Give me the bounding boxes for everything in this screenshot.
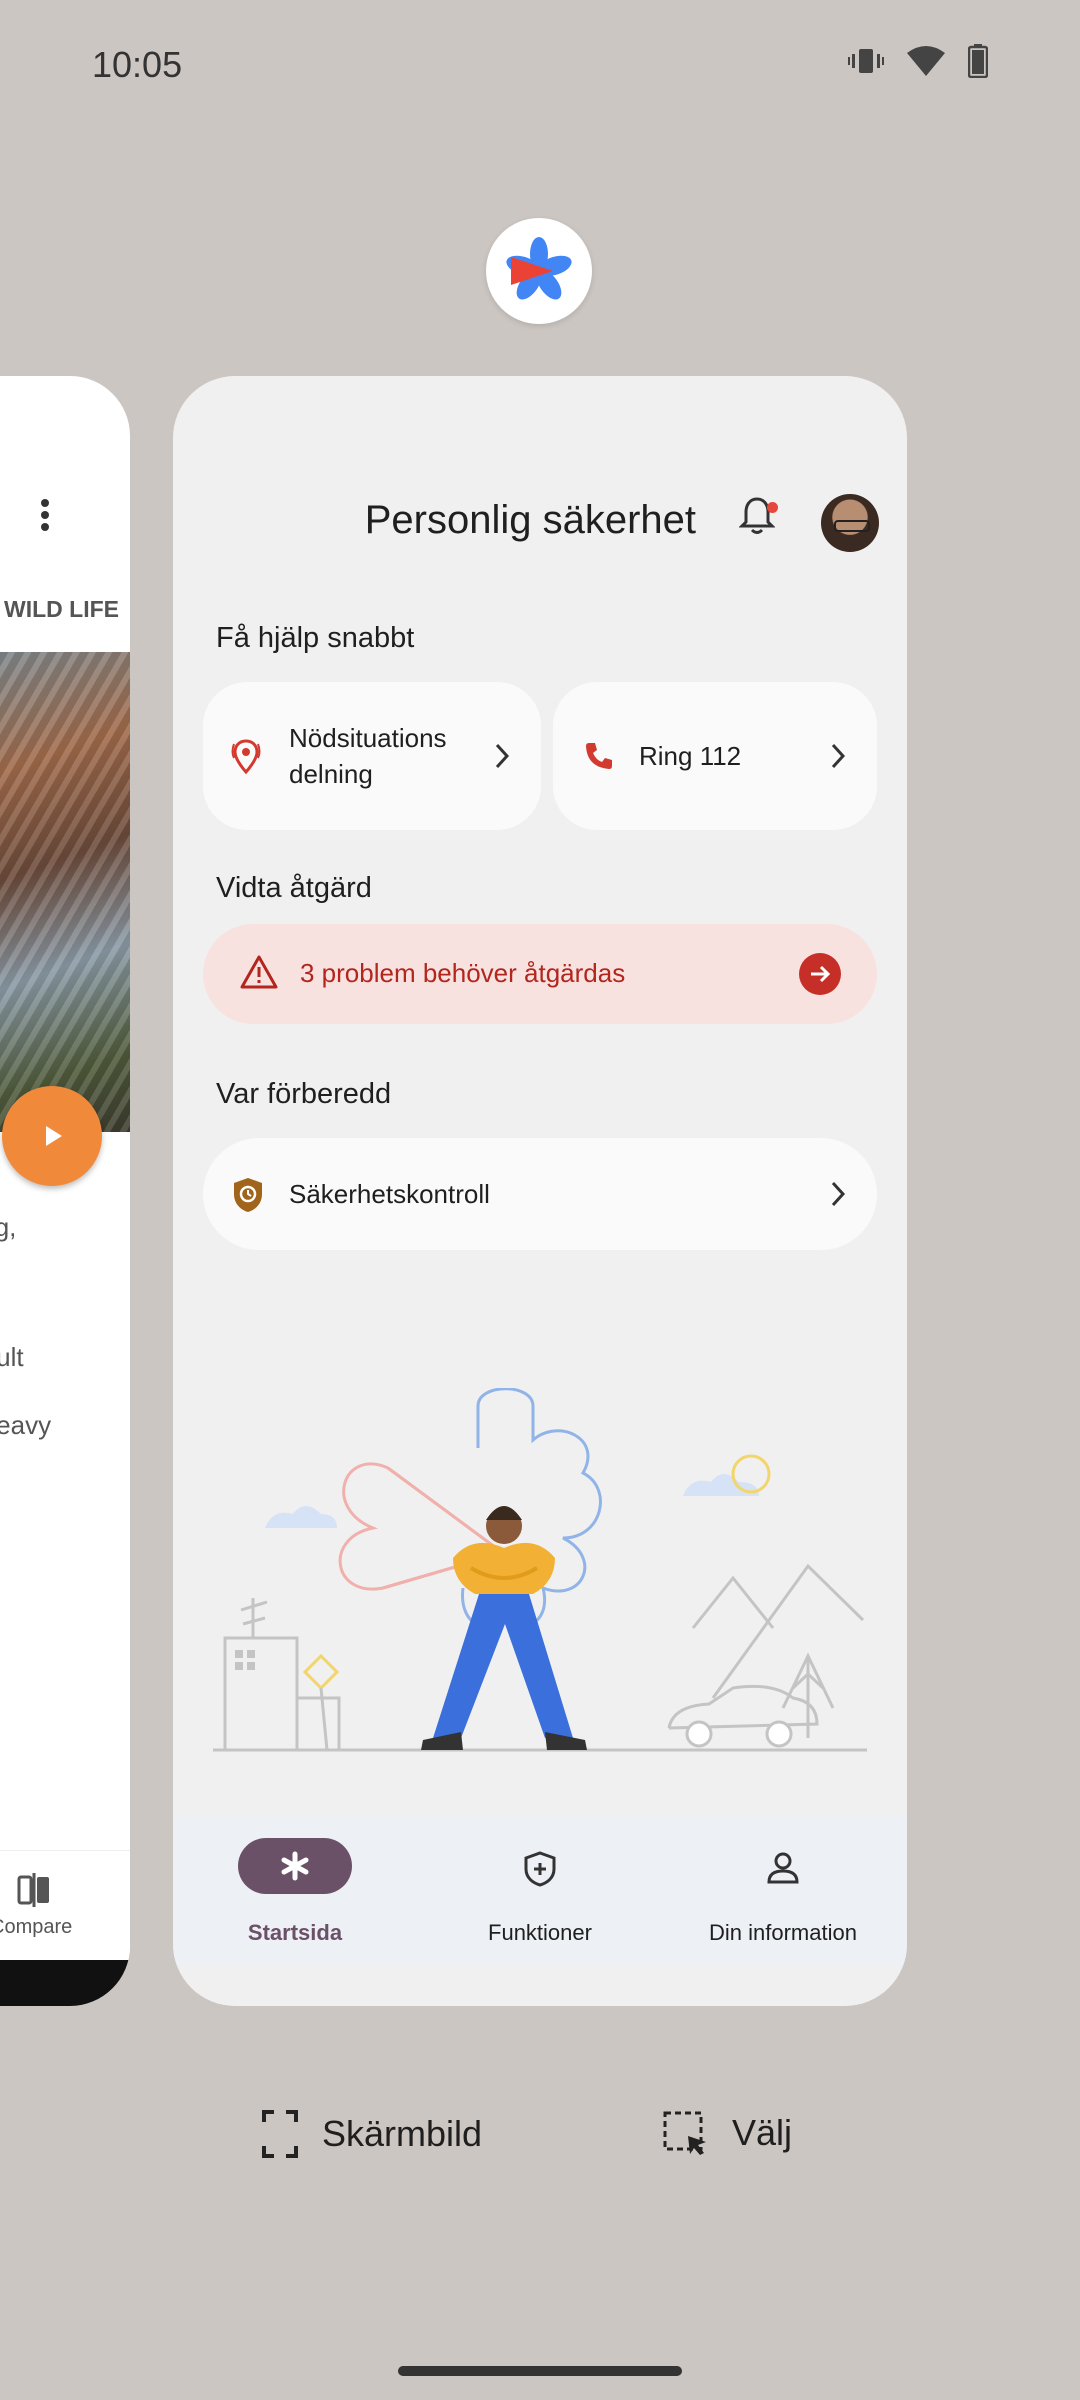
chevron-right-icon (829, 742, 847, 775)
more-options-icon[interactable] (40, 498, 50, 537)
bottom-navigation: Startsida Funktioner Din information (173, 1816, 907, 1966)
call-112-label: Ring 112 (639, 741, 742, 771)
prev-bottom-edge (0, 1960, 130, 2006)
prev-text-line: ding, (0, 1212, 17, 1242)
emergency-sharing-label: Nödsituations delning (289, 723, 447, 789)
page-title: Personlig säkerhet (364, 498, 696, 542)
select-button[interactable]: Välj (662, 2110, 792, 2156)
chevron-right-icon (829, 1180, 847, 1213)
warning-icon (239, 954, 279, 995)
status-icons (848, 44, 988, 78)
safety-check-tile[interactable]: Säkerhetskontroll (203, 1138, 877, 1250)
prev-tab-label[interactable]: WILD LIFE (4, 596, 119, 623)
wifi-icon (907, 46, 945, 76)
call-emergency-tile[interactable]: Ring 112 (553, 682, 877, 830)
screenshot-button[interactable]: Skärmbild (262, 2110, 482, 2158)
prev-text-line: result (0, 1342, 24, 1372)
app-icon[interactable] (486, 218, 592, 324)
chevron-right-icon (493, 742, 511, 775)
section-title-be-prepared: Var förberedd (216, 1078, 392, 1110)
select-region-icon (663, 2111, 706, 2155)
shield-clock-icon (231, 1176, 265, 1219)
battery-icon (968, 44, 988, 78)
shield-plus-icon[interactable] (522, 1850, 558, 1893)
avatar[interactable] (821, 494, 879, 552)
previous-app-card[interactable]: WILD LIFE ding, result he g heavy Compar… (0, 376, 130, 2006)
status-time: 10:05 (92, 44, 183, 85)
section-title-quick-help: Få hjälp snabbt (216, 622, 415, 654)
play-icon (46, 1126, 62, 1146)
compare-icon[interactable] (16, 1872, 52, 1913)
nav-your-info-label[interactable]: Din information (673, 1920, 893, 1946)
safety-check-label: Säkerhetskontroll (289, 1179, 490, 1209)
problems-alert[interactable]: 3 problem behöver åtgärdas (203, 924, 877, 1024)
asterisk-icon (281, 1851, 309, 1881)
nav-home-pill[interactable] (238, 1838, 352, 1894)
personal-safety-logo-icon (506, 237, 572, 300)
prev-hero-image (0, 652, 130, 1132)
location-pin-icon (231, 738, 261, 783)
nav-features-label[interactable]: Funktioner (440, 1920, 640, 1946)
problems-alert-text: 3 problem behöver åtgärdas (300, 958, 626, 988)
personal-safety-app-card[interactable]: Personlig säkerhet Få hjälp snabbt Nödsi… (173, 376, 907, 2006)
play-button[interactable] (2, 1086, 102, 1186)
prev-text-line: g heavy (0, 1410, 52, 1440)
screenshot-label: Skärmbild (322, 2113, 483, 2154)
phone-icon (583, 740, 615, 777)
notification-dot (767, 502, 778, 513)
emergency-sharing-tile[interactable]: Nödsituations delning (203, 682, 541, 830)
person-icon[interactable] (765, 1850, 801, 1891)
select-label: Välj (732, 2112, 793, 2153)
nav-home-label[interactable]: Startsida (195, 1920, 395, 1946)
safety-illustration (213, 1387, 867, 1763)
arrow-right-icon[interactable] (799, 953, 841, 995)
home-indicator[interactable] (398, 2366, 682, 2376)
notifications-bell-icon[interactable] (738, 494, 776, 541)
vibrate-icon (848, 49, 884, 73)
screenshot-icon (262, 2110, 298, 2158)
compare-label: Compare (0, 1916, 73, 1938)
section-title-take-action: Vidta åtgärd (216, 872, 372, 904)
